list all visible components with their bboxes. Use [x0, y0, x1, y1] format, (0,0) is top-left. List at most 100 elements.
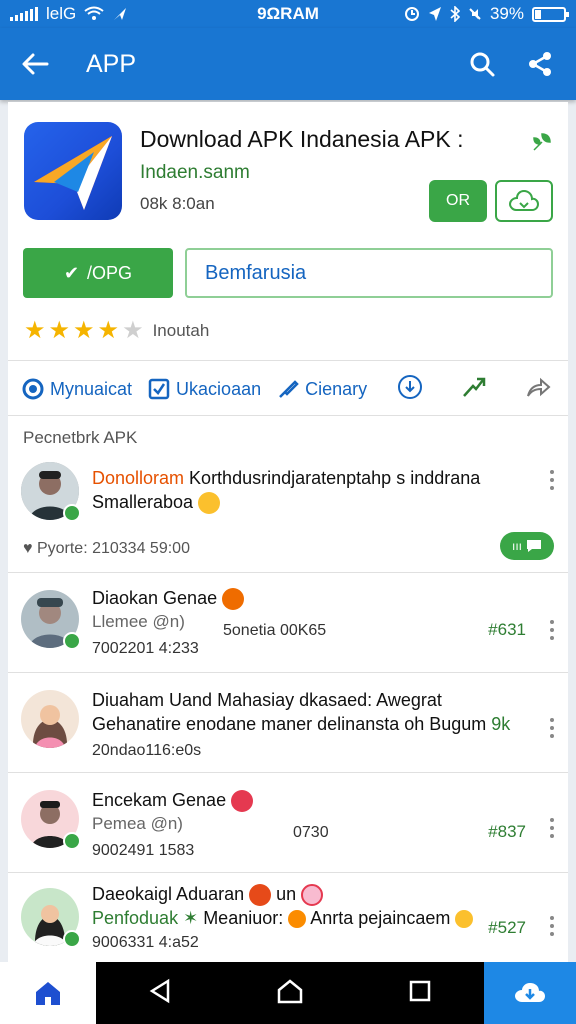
star-empty-icon: ★	[122, 317, 144, 344]
action-label: Mynuaicat	[50, 378, 133, 399]
rating: ★ ★ ★ ★ ★ Inoutah	[24, 316, 209, 345]
more-icon[interactable]	[550, 620, 554, 640]
leaf-icon	[533, 133, 551, 151]
wifi-icon	[84, 6, 104, 20]
list-item[interactable]: Encekam Genae Pemea @n) 9002491 1583 073…	[8, 772, 568, 872]
heart-icon: ♥	[23, 540, 33, 557]
action-ukacioaan[interactable]: Ukacioaan	[148, 378, 261, 400]
divider	[8, 415, 568, 416]
comment-button[interactable]: ııı	[500, 532, 554, 560]
share-icon	[529, 52, 551, 76]
bookmark-button[interactable]	[530, 130, 554, 159]
post-author[interactable]: Daeokaigl Aduaran	[92, 884, 244, 904]
download-circle-icon	[398, 374, 423, 399]
cloud-download-icon	[515, 983, 545, 1002]
back-nav-button[interactable]	[148, 978, 172, 1009]
emoji-icon	[301, 884, 324, 907]
search-icon	[470, 52, 495, 77]
battery-icon	[532, 6, 569, 22]
mute-icon	[469, 8, 481, 20]
list-item[interactable]: Diaokan Genae Llemee @n) 7002201 4:233 5…	[8, 572, 568, 672]
action-cienary[interactable]: Cienary	[277, 378, 367, 400]
post-author[interactable]: Encekam Genae	[92, 790, 226, 810]
app-meta: 08k 8:0an	[140, 194, 215, 213]
search-button[interactable]	[464, 46, 500, 82]
star-icon: ★	[48, 317, 71, 344]
back-button[interactable]	[18, 47, 52, 81]
smile-emoji-icon	[198, 492, 221, 515]
tag-icon	[279, 380, 299, 398]
post-text: Penfoduak	[92, 908, 179, 928]
home-tab[interactable]	[0, 962, 96, 1024]
rating-label: Inoutah	[152, 320, 210, 340]
download-button[interactable]	[397, 374, 423, 405]
divider	[8, 360, 568, 361]
more-icon[interactable]	[550, 470, 554, 490]
more-icon[interactable]	[550, 718, 554, 738]
post-author[interactable]: Diuaham Uand Mahasiay dkasaed: Awegrat	[92, 688, 442, 712]
status-bar: lelG 9ΩRAM 39%	[0, 0, 576, 28]
cloud-icon	[508, 189, 540, 211]
online-badge	[63, 632, 81, 650]
home-nav-button[interactable]	[276, 978, 304, 1009]
home-icon	[36, 982, 60, 1005]
recents-nav-button[interactable]	[408, 979, 432, 1008]
post-middle: 5onetia 00K65	[223, 622, 327, 639]
post-date: 20ndao116:e0s	[92, 742, 202, 759]
emoji-icon	[231, 790, 254, 813]
more-icon[interactable]	[550, 818, 554, 838]
forward-icon	[527, 377, 551, 397]
battery-percent: 39%	[489, 4, 524, 23]
emoji-icon	[222, 588, 245, 611]
info-field[interactable]: Bemfarusia	[185, 248, 553, 298]
bluetooth-icon	[450, 6, 460, 22]
carrier-label: lelG	[46, 4, 77, 23]
square-check-icon	[148, 378, 170, 400]
action-mynuaicat[interactable]: Mynuaicat	[22, 378, 132, 400]
post-meta: Pyorte: 210334 59:00	[36, 540, 190, 557]
alarm-icon	[404, 7, 419, 21]
post-count: #527	[488, 918, 526, 937]
action-label: Cienary	[305, 378, 368, 399]
list-item[interactable]: Donolloram Korthdusrindjaratenptahp s in…	[8, 454, 568, 572]
post-text-tail: 9k	[491, 714, 511, 734]
app-title: Download APK Indanesia APK :	[140, 126, 464, 152]
open-button-label: /OPG	[87, 262, 133, 283]
post-subtitle: Llemee @n)	[92, 612, 185, 631]
post-middle: 0730	[293, 824, 329, 841]
forward-button[interactable]	[525, 374, 551, 405]
bars-icon: ııı	[511, 539, 522, 553]
list-item[interactable]: Diuaham Uand Mahasiay dkasaed: Awegrat G…	[8, 672, 568, 772]
location-icon	[428, 7, 441, 21]
clock: 9ΩRAM	[257, 4, 319, 23]
post-author[interactable]: Diaokan Genae	[92, 588, 217, 608]
online-badge	[63, 832, 81, 850]
open-button[interactable]: ✔ /OPG	[23, 248, 173, 298]
signal-icon	[10, 7, 38, 21]
post-author-tail: un	[276, 884, 297, 904]
online-badge	[63, 930, 81, 948]
trend-button[interactable]	[461, 374, 487, 405]
comment-icon	[527, 540, 541, 552]
star-icon: ★	[24, 317, 46, 344]
update-tab[interactable]	[484, 962, 576, 1024]
house-outline-icon	[277, 978, 303, 1003]
post-author[interactable]: Donolloram	[92, 468, 184, 488]
post-text: Meaniuor:	[198, 908, 289, 928]
square-icon	[409, 980, 431, 1001]
app-detail-card: Download APK Indanesia APK : Indaen.sanm…	[8, 102, 568, 962]
more-icon[interactable]	[550, 916, 554, 936]
triangle-back-icon	[149, 978, 170, 1003]
circle-icon	[22, 378, 44, 400]
list-item[interactable]: Daeokaigl Aduaran un Penfoduak ✶ Meaniuo…	[8, 872, 568, 962]
app-developer[interactable]: Indaen.sanm	[140, 162, 250, 184]
post-count: #837	[488, 822, 526, 841]
cloud-button[interactable]	[495, 180, 553, 222]
post-subtitle: Pemea @n)	[92, 814, 183, 833]
or-button[interactable]: OR	[429, 180, 487, 222]
post-date: 7002201 4:233	[92, 640, 199, 657]
app-bar: APP	[0, 28, 576, 100]
post-text: Korthdusrindjaratenptahp s inddrana	[184, 468, 481, 488]
share-button[interactable]	[522, 46, 558, 82]
post-date: 9002491 1583	[92, 842, 195, 859]
